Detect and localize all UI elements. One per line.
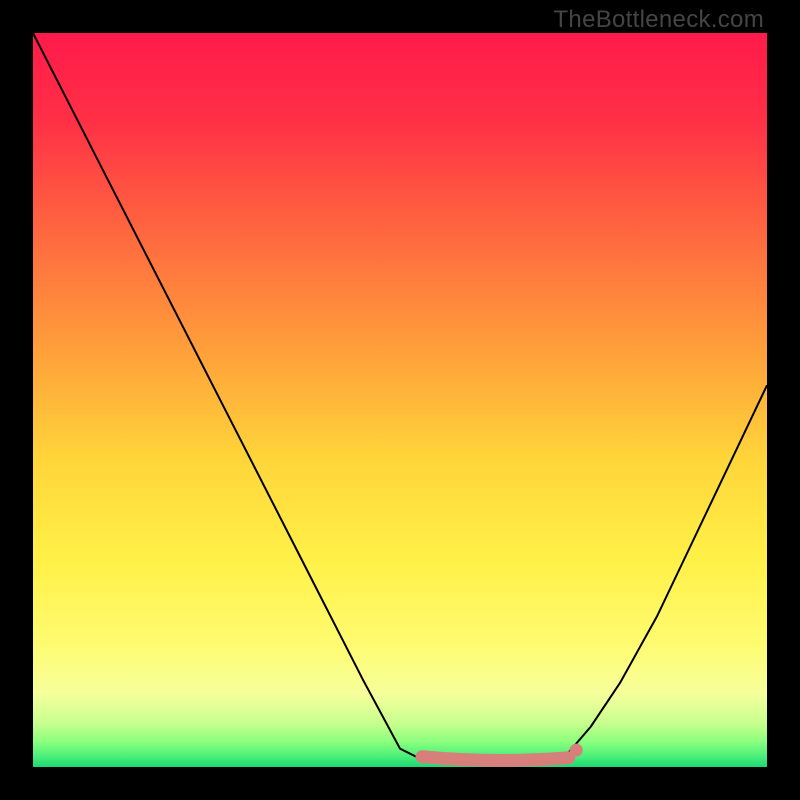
optimal-zone-band xyxy=(422,757,569,761)
watermark: TheBottleneck.com xyxy=(553,6,764,34)
chart-background xyxy=(33,33,767,767)
bottleneck-chart xyxy=(33,33,767,767)
chart-frame xyxy=(33,33,767,767)
optimal-zone-dot xyxy=(570,744,583,757)
